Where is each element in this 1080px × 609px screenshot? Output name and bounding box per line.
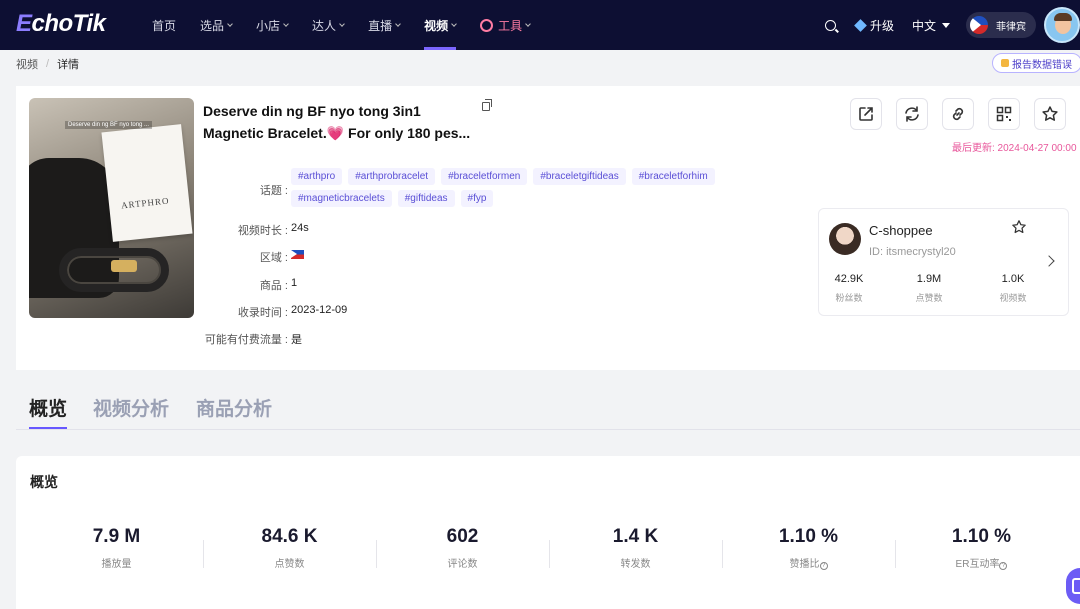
products-value[interactable]: 1 (291, 277, 297, 289)
overview-title: 概览 (30, 474, 58, 490)
topic-tag[interactable]: #fyp (460, 190, 494, 207)
refresh-button[interactable] (896, 98, 928, 130)
nav-live[interactable]: 直播 (356, 0, 412, 50)
creator-id: ID: itsmecrystyl20 (869, 246, 956, 258)
copy-link-button[interactable] (942, 98, 974, 130)
tab-overview[interactable]: 概览 (29, 394, 68, 429)
region-label: 区域 : (259, 252, 288, 264)
nav-influencers[interactable]: 达人 (300, 0, 356, 50)
upgrade-button[interactable]: 升级 (854, 17, 894, 34)
topic-tag[interactable]: #braceletgiftideas (533, 168, 626, 185)
breadcrumb-detail: 详情 (57, 59, 80, 71)
report-data-error-button[interactable]: 报告数据错误 (992, 53, 1080, 73)
analysis-tabs: 概览 视频分析 商品分析 (16, 390, 1080, 430)
topic-tag[interactable]: #arthprobracelet (348, 168, 436, 185)
diamond-icon (854, 18, 867, 32)
chevron-down-icon (339, 20, 345, 27)
copy-icon[interactable] (482, 99, 492, 111)
floating-feedback-button[interactable] (1066, 568, 1080, 604)
help-icon[interactable]: ? (999, 562, 1008, 570)
user-avatar[interactable] (1044, 7, 1080, 43)
topic-tag[interactable]: #giftideas (397, 190, 455, 207)
nav-right: 升级 中文 菲律宾 (824, 0, 1080, 50)
link-icon (952, 107, 964, 121)
language-select[interactable]: 中文 (912, 17, 950, 34)
chevron-right-icon[interactable] (1043, 255, 1055, 267)
tools-icon (480, 18, 494, 32)
qrcode-button[interactable] (988, 98, 1020, 130)
caret-down-icon (942, 22, 950, 28)
chevron-down-icon (227, 20, 233, 27)
breadcrumb: 视频 / 详情 (16, 56, 80, 72)
creator-avatar[interactable] (829, 223, 861, 255)
creator-followers: 42.9K 粉丝数 (834, 273, 864, 303)
creator-name[interactable]: C-shoppee (869, 223, 933, 238)
topic-tag[interactable]: #braceletformen (441, 168, 528, 185)
tab-product-analysis[interactable]: 商品分析 (196, 394, 272, 421)
stat-engagement-rate: 1.10 % ER互动率? (951, 526, 1012, 570)
search-icon[interactable] (824, 19, 836, 31)
report-icon (1001, 59, 1009, 67)
topic-tag[interactable]: #magneticbracelets (291, 190, 392, 207)
duration-value: 24s (291, 222, 309, 234)
nav-tools[interactable]: 工具 (468, 0, 542, 50)
stat-like-view-ratio: 1.10 % 赞播比? (778, 526, 839, 570)
main-nav: 首页 选品 小店 达人 直播 视频 工具 (140, 0, 542, 50)
chevron-down-icon (525, 20, 531, 27)
duration-label: 视频时长 : (237, 225, 288, 237)
region-flag-icon (291, 249, 304, 261)
top-navbar: EchoTik 首页 选品 小店 达人 直播 视频 工具 升级 中文 菲律宾 (0, 0, 1080, 50)
stat-views: 7.9 M 播放量 (92, 526, 141, 570)
open-link-button[interactable] (850, 98, 882, 130)
topic-tag[interactable]: #arthpro (291, 168, 343, 185)
help-icon[interactable]: ? (819, 562, 828, 570)
collected-time-label: 收录时间 : (237, 307, 288, 319)
video-detail-card: ARTPHRO Deserve din ng BF nyo tong ... D… (16, 86, 1080, 370)
chevron-down-icon (283, 20, 289, 27)
refresh-icon (905, 106, 919, 122)
topic-tag[interactable]: #braceletforhim (631, 168, 715, 185)
stat-comments: 602 评论数 (446, 526, 479, 570)
topics-label: 话题 : (259, 185, 288, 197)
star-icon (1042, 106, 1058, 121)
nav-videos[interactable]: 视频 (412, 0, 468, 50)
nav-home[interactable]: 首页 (140, 0, 188, 50)
chevron-down-icon (395, 20, 401, 27)
region-select[interactable]: 菲律宾 (966, 12, 1036, 38)
open-link-icon (859, 107, 873, 121)
last-updated: 最后更新: 2024-04-27 00:00 (952, 143, 1077, 154)
echotik-logo[interactable]: EchoTik (16, 10, 106, 38)
nav-shops[interactable]: 小店 (244, 0, 300, 50)
breadcrumb-videos[interactable]: 视频 (16, 56, 38, 72)
follow-star-icon[interactable] (1011, 219, 1027, 235)
qrcode-icon (996, 106, 1012, 122)
video-title: Deserve din ng BF nyo tong 3in1 Magnetic… (203, 103, 471, 141)
collected-time-value: 2023-12-09 (291, 304, 348, 316)
chevron-down-icon (451, 20, 457, 27)
creator-likes: 1.9M 点赞数 (915, 273, 943, 303)
topic-tags: #arthpro #arthprobracelet #braceletforme… (291, 168, 731, 207)
action-buttons (850, 98, 1066, 130)
creator-card[interactable]: C-shoppee ID: itsmecrystyl20 42.9K 粉丝数 1… (818, 208, 1069, 316)
philippines-flag-icon (970, 16, 988, 34)
paid-traffic-value: 是 (291, 334, 302, 346)
creator-videos: 1.0K 视频数 (999, 273, 1027, 303)
video-thumbnail[interactable]: ARTPHRO Deserve din ng BF nyo tong ... (29, 98, 194, 318)
favorite-button[interactable] (1034, 98, 1066, 130)
overview-card: 概览 7.9 M 播放量 84.6 K 点赞数 602 评论数 1.4 K 转发… (16, 456, 1080, 609)
tab-video-analysis[interactable]: 视频分析 (93, 394, 169, 421)
products-label: 商品 : (259, 280, 288, 292)
stat-likes: 84.6 K 点赞数 (261, 526, 318, 570)
stat-shares: 1.4 K 转发数 (612, 526, 659, 570)
paid-traffic-label: 可能有付费流量 : (204, 334, 288, 346)
nav-product-selection[interactable]: 选品 (188, 0, 244, 50)
